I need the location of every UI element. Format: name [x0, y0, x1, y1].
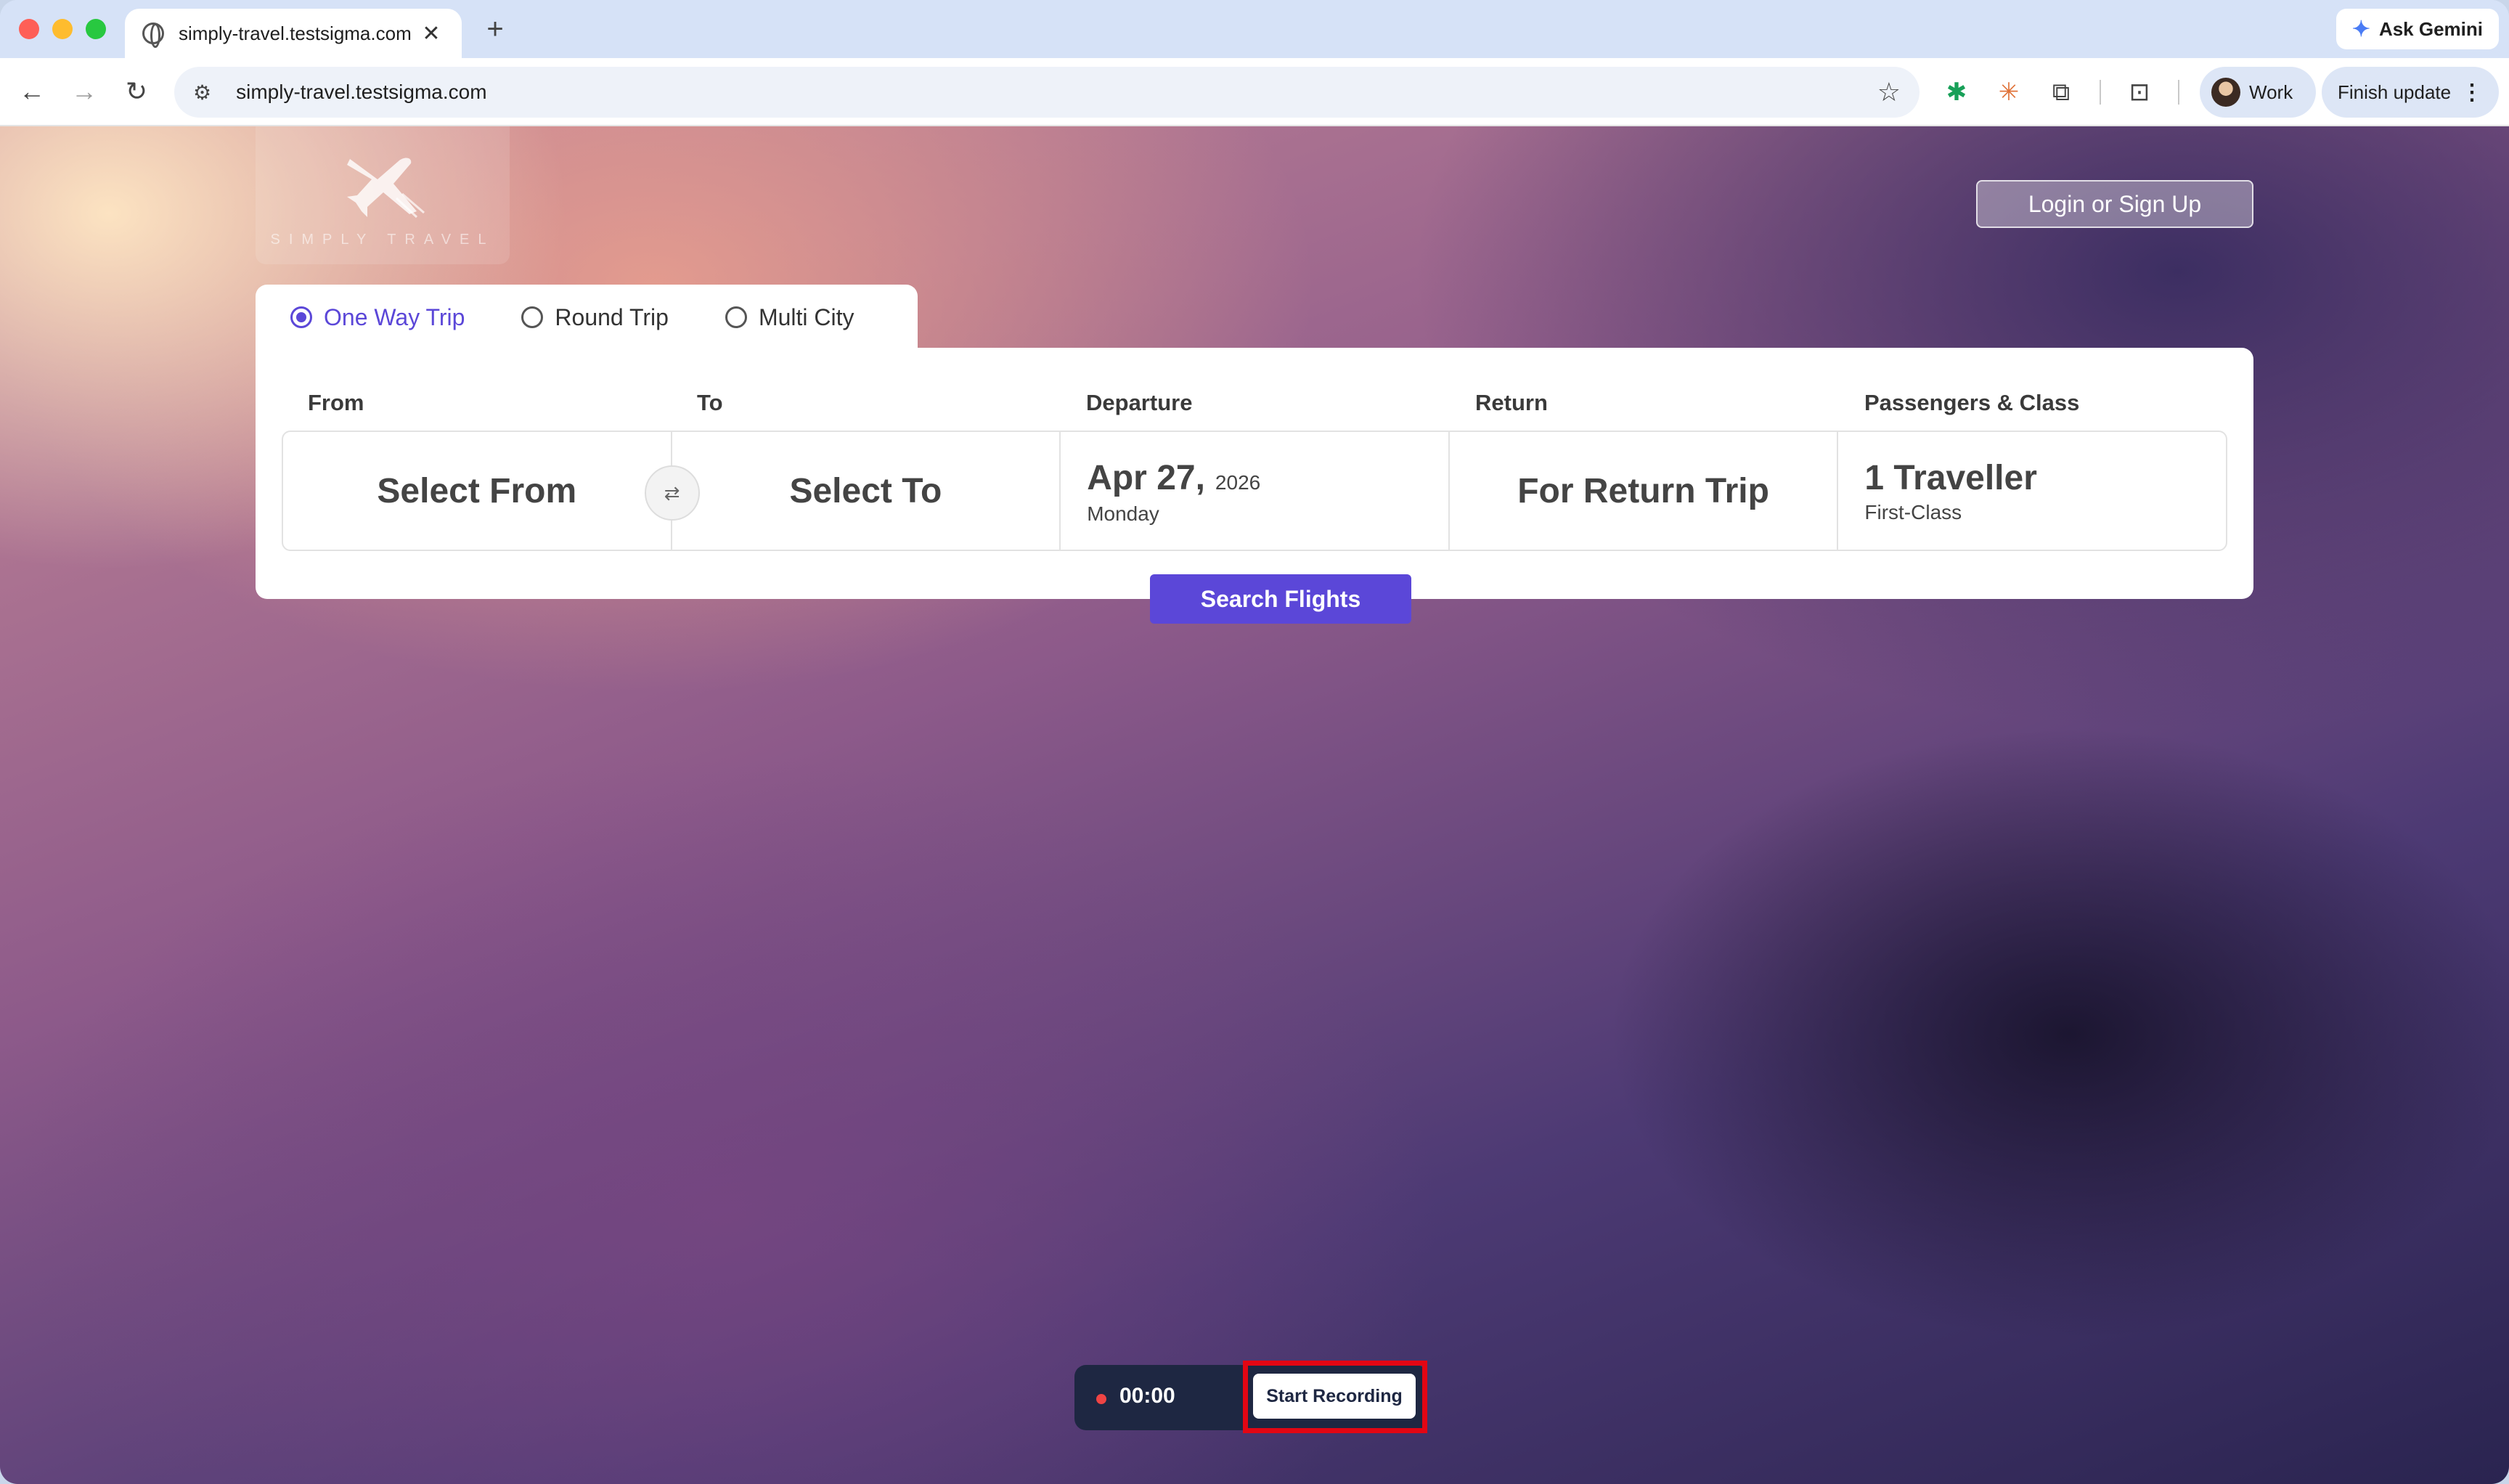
return-label: Return: [1475, 390, 1548, 415]
tab-title: simply-travel.testsigma.com: [179, 22, 412, 44]
finish-update-button[interactable]: Finish update ⋮: [2322, 67, 2499, 118]
passengers-value: 1 Traveller: [1864, 459, 2037, 497]
passengers-label: Passengers & Class: [1864, 390, 2080, 415]
profile-label: Work: [2249, 81, 2293, 103]
radio-selected-icon[interactable]: [290, 306, 312, 328]
departure-label: Departure: [1086, 390, 1193, 415]
tab-search-icon[interactable]: ⊡: [2123, 76, 2156, 109]
profile-chip[interactable]: Work: [2200, 67, 2316, 118]
back-arrow-icon[interactable]: ←: [15, 74, 49, 109]
departure-date: Apr 27, 2026 Monday: [1087, 458, 1260, 526]
to-label: To: [697, 390, 723, 415]
tab-strip: simply-travel.testsigma.com ✕ + ✦ Ask Ge…: [0, 0, 2509, 58]
departure-date-main: Apr 27,: [1087, 459, 1205, 497]
toolbar-divider: [2100, 80, 2101, 105]
departure-year: 2026: [1215, 471, 1261, 494]
browser-toolbar: ← → ↻ ⚙ simply-travel.testsigma.com ☆ ✱ …: [0, 58, 2509, 126]
puzzle-extensions-icon[interactable]: ⧉: [2044, 76, 2078, 109]
trip-type-selector: One Way Trip Round Trip Multi City: [256, 285, 918, 350]
bookmark-star-icon[interactable]: ☆: [1877, 77, 1901, 107]
more-vert-icon[interactable]: ⋮: [2461, 80, 2483, 105]
forward-arrow-icon[interactable]: →: [67, 74, 102, 109]
start-recording-button[interactable]: Start Recording: [1253, 1374, 1416, 1419]
login-signup-button[interactable]: Login or Sign Up: [1976, 180, 2253, 228]
avatar: [2211, 78, 2240, 107]
airplane-icon: [347, 158, 425, 219]
site-logo[interactable]: SIMPLY TRAVEL: [256, 126, 510, 264]
passengers-summary: 1 Traveller First-Class: [1864, 458, 2037, 524]
minimize-window-button[interactable]: [52, 19, 73, 39]
close-window-button[interactable]: [19, 19, 39, 39]
trip-option-multi-city[interactable]: Multi City: [725, 304, 854, 331]
finish-update-label: Finish update: [2338, 81, 2452, 103]
site-settings-icon[interactable]: ⚙: [193, 81, 211, 105]
reload-icon[interactable]: ↻: [119, 74, 154, 109]
new-tab-button[interactable]: +: [479, 13, 511, 46]
globe-icon: [142, 23, 164, 48]
url-text: simply-travel.testsigma.com: [236, 81, 487, 103]
ask-gemini-label: Ask Gemini: [2378, 17, 2483, 40]
to-field[interactable]: Select To: [672, 432, 1061, 550]
radio-empty-icon[interactable]: [725, 306, 747, 328]
radio-empty-icon[interactable]: [521, 306, 544, 328]
browser-window: simply-travel.testsigma.com ✕ + ✦ Ask Ge…: [0, 0, 2509, 1484]
flight-search-card: From To Departure Return Passengers & Cl…: [256, 348, 2253, 599]
ask-gemini-button[interactable]: ✦ Ask Gemini: [2335, 9, 2499, 49]
from-value: Select From: [377, 471, 577, 510]
swap-icon[interactable]: ⇄: [644, 465, 700, 521]
field-labels: From To Departure Return Passengers & Cl…: [308, 390, 2253, 419]
page-viewport: SIMPLY TRAVEL Login or Sign Up One Way T…: [0, 126, 2509, 1484]
departure-field[interactable]: Apr 27, 2026 Monday: [1061, 432, 1450, 550]
asterisk-extension-icon[interactable]: ✳: [1992, 76, 2025, 109]
from-label: From: [308, 390, 364, 415]
return-field[interactable]: For Return Trip: [1450, 432, 1839, 550]
to-value: Select To: [789, 471, 942, 510]
gear-extension-icon[interactable]: ✱: [1940, 76, 1973, 109]
browser-tab[interactable]: simply-travel.testsigma.com ✕: [125, 9, 462, 58]
class-value: First-Class: [1864, 501, 1962, 523]
maximize-window-button[interactable]: [86, 19, 106, 39]
trip-option-label: Multi City: [758, 303, 854, 330]
tab-close-icon[interactable]: ✕: [418, 21, 444, 46]
address-bar[interactable]: ⚙ simply-travel.testsigma.com ☆: [174, 67, 1920, 118]
trip-option-round[interactable]: Round Trip: [521, 304, 669, 331]
return-value: For Return Trip: [1517, 471, 1769, 510]
passengers-field[interactable]: 1 Traveller First-Class: [1838, 432, 2226, 550]
recording-dot-icon: [1096, 1394, 1106, 1404]
trip-option-label: Round Trip: [555, 303, 669, 330]
toolbar-divider: [2178, 80, 2179, 105]
logo-text: SIMPLY TRAVEL: [270, 232, 495, 248]
trip-option-one-way[interactable]: One Way Trip: [290, 304, 465, 331]
gemini-sparkle-icon: ✦: [2351, 17, 2370, 41]
search-fields: Select From ⇄ Select To Apr 27, 2026 Mond…: [282, 431, 2227, 551]
search-flights-button[interactable]: Search Flights: [1150, 574, 1411, 624]
departure-day: Monday: [1087, 502, 1159, 525]
trip-option-label: One Way Trip: [324, 303, 465, 330]
recording-timer: 00:00: [1119, 1384, 1175, 1408]
from-field[interactable]: Select From ⇄: [283, 432, 700, 550]
